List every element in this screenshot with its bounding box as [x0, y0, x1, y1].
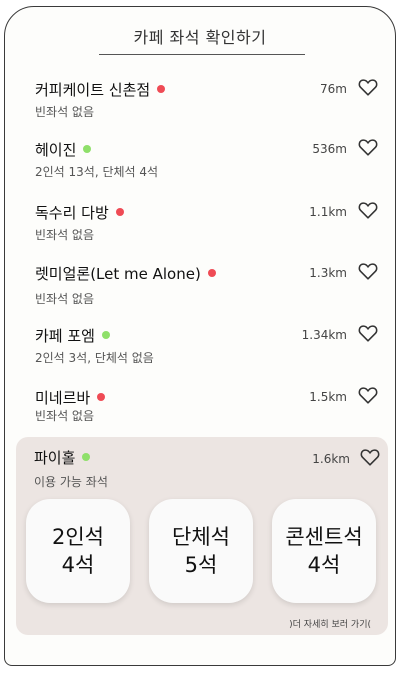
distance: 1.5km: [309, 390, 347, 404]
seat-count: 4석: [307, 553, 341, 577]
status-dot: [157, 85, 166, 93]
list-item-cafe[interactable]: 카페 포엠 2인석 3석, 단체석 없음 1.34km: [5, 322, 395, 385]
heart-icon[interactable]: [357, 384, 379, 406]
cafe-name: 미네르바: [35, 389, 91, 407]
heart-icon[interactable]: [359, 446, 381, 468]
cafe-name: 카페 포엠: [35, 327, 95, 345]
heart-icon[interactable]: [357, 76, 379, 98]
distance: 76m: [320, 82, 347, 96]
featured-cafe-card[interactable]: 파이홀 이용 가능 좌석 1.6km 2인석 4석 단체석 5석 콘센트석 4석…: [16, 437, 388, 635]
cafe-name: 헤이진: [35, 141, 77, 159]
cafe-name-row: 렛미얼론(Let me Alone): [35, 263, 216, 284]
seat-type: 2인석: [51, 525, 104, 549]
seat-availability-label: 이용 가능 좌석: [34, 475, 108, 489]
heart-icon[interactable]: [357, 136, 379, 158]
seat-availability: 빈좌석 없음: [35, 409, 95, 423]
cafe-name: 파이홀: [34, 449, 76, 467]
view-details-link[interactable]: )더 자세히 보러 가기(: [289, 617, 371, 630]
status-dot: [82, 453, 91, 461]
seat-availability: 빈좌석 없음: [35, 292, 95, 306]
distance: 1.1km: [309, 205, 347, 219]
status-dot: [207, 269, 216, 277]
page-title: 카페 좌석 확인하기: [133, 28, 267, 47]
status-dot: [101, 331, 110, 339]
list-item-cafe[interactable]: 헤이진 2인석 13석, 단체석 4석 536m: [5, 136, 395, 199]
seat-type: 콘센트석: [285, 525, 363, 549]
status-dot: [83, 145, 92, 153]
title-divider: [99, 54, 305, 55]
cafe-name: 렛미얼론(Let me Alone): [35, 265, 201, 283]
seat-availability: 빈좌석 없음: [35, 105, 95, 119]
status-dot: [97, 393, 106, 401]
seat-count: 4석: [61, 553, 95, 577]
cafe-name-row: 파이홀: [34, 447, 91, 468]
seat-tile-two-person[interactable]: 2인석 4석: [26, 499, 130, 603]
distance: 536m: [312, 142, 347, 156]
seat-count: 5석: [184, 553, 218, 577]
cafe-name: 독수리 다방: [35, 204, 109, 222]
seat-availability: 빈좌석 없음: [35, 228, 95, 242]
distance: 1.3km: [309, 266, 347, 280]
seat-tile-group[interactable]: 단체석 5석: [149, 499, 253, 603]
seat-availability: 2인석 3석, 단체석 없음: [35, 351, 154, 365]
status-dot: [115, 208, 124, 216]
cafe-name-row: 미네르바: [35, 387, 106, 408]
distance: 1.34km: [301, 328, 347, 342]
cafe-name-row: 헤이진: [35, 139, 92, 160]
list-item-cafe[interactable]: 커피케이트 신촌점 빈좌석 없음 76m: [5, 76, 395, 139]
heart-icon[interactable]: [357, 199, 379, 221]
phone-frame: 카페 좌석 확인하기 커피케이트 신촌점 빈좌석 없음 76m 헤이진 2인석 …: [4, 6, 396, 666]
seat-tile-outlet[interactable]: 콘센트석 4석: [272, 499, 376, 603]
list-item-cafe[interactable]: 독수리 다방 빈좌석 없음 1.1km: [5, 199, 395, 262]
cafe-name: 커피케이트 신촌점: [35, 81, 151, 99]
heart-icon[interactable]: [357, 322, 379, 344]
cafe-name-row: 커피케이트 신촌점: [35, 79, 166, 100]
seat-type: 단체석: [172, 525, 230, 549]
seat-availability: 2인석 13석, 단체석 4석: [35, 165, 159, 179]
heart-icon[interactable]: [357, 260, 379, 282]
list-item-cafe[interactable]: 렛미얼론(Let me Alone) 빈좌석 없음 1.3km: [5, 260, 395, 323]
cafe-name-row: 카페 포엠: [35, 325, 110, 346]
distance: 1.6km: [312, 452, 350, 466]
cafe-name-row: 독수리 다방: [35, 202, 124, 223]
